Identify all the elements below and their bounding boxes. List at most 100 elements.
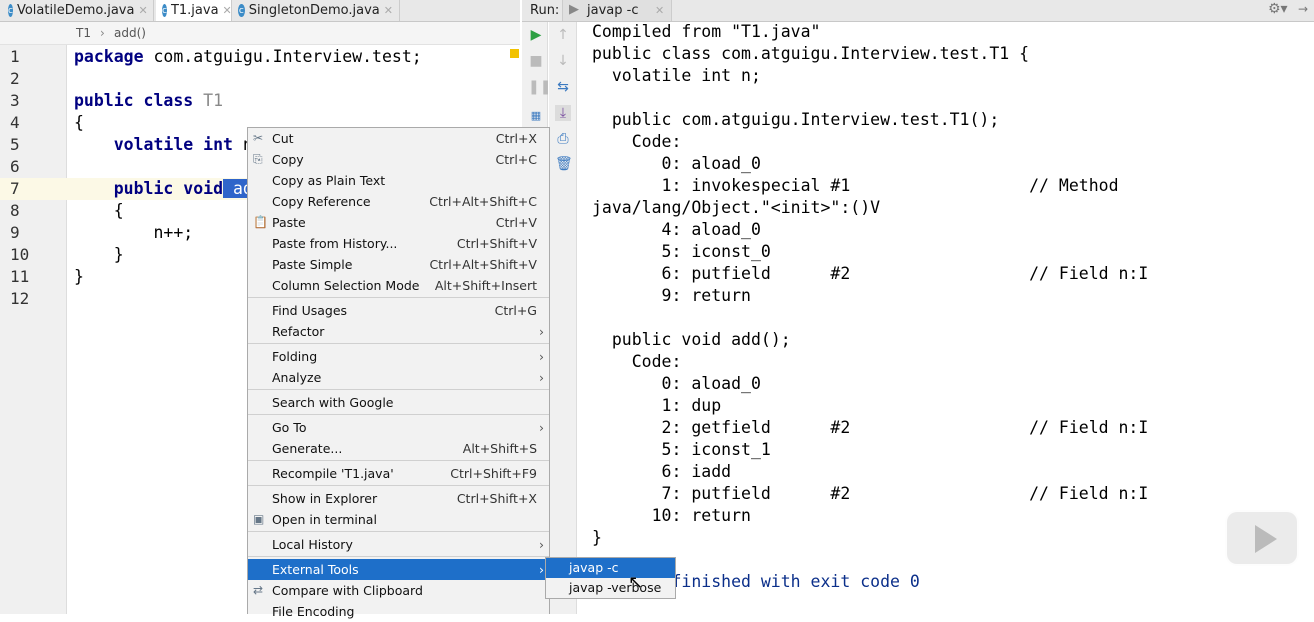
context-menu: ✂ Cut Ctrl+X ⎘ Copy Ctrl+C Copy as Plain Text C… [247, 127, 550, 619]
close-icon[interactable]: ✕ [138, 4, 147, 17]
trash-icon[interactable]: 🗑 [555, 156, 573, 172]
menu-item-label: Folding [272, 349, 318, 364]
menu-item-paste-from-history[interactable]: Paste from History... Ctrl+Shift+V [248, 233, 549, 254]
menu-item-shortcut: Ctrl+Alt+Shift+V [429, 257, 537, 272]
close-icon[interactable]: ✕ [223, 4, 232, 17]
menu-item-local-history[interactable]: Local History › [248, 534, 549, 555]
tab-t1-java[interactable]: c T1.java ✕ [156, 0, 232, 21]
menu-item-analyze[interactable]: Analyze › [248, 367, 549, 388]
code-line: } [74, 244, 124, 266]
soft-wrap-icon[interactable]: ⇆ [555, 79, 571, 95]
menu-item-show-in-explorer[interactable]: Show in Explorer Ctrl+Shift+X [248, 488, 549, 509]
line-number: 11 [10, 267, 30, 286]
menu-item-folding[interactable]: Folding › [248, 346, 549, 367]
menu-separator [248, 485, 549, 486]
rerun-icon[interactable]: ▶ [528, 27, 544, 43]
menu-item-paste-simple[interactable]: Paste Simple Ctrl+Alt+Shift+V [248, 254, 549, 275]
stop-icon[interactable]: ■ [528, 53, 544, 69]
line-number: 7 [10, 179, 20, 198]
console-output[interactable]: Compiled from "T1.java" public class com.… [592, 21, 1304, 593]
menu-item-recompile-t1-java[interactable]: Recompile 'T1.java' Ctrl+Shift+F9 [248, 463, 549, 484]
menu-item-shortcut: Ctrl+Shift+V [456, 236, 537, 251]
scroll-to-end-icon[interactable]: ⤓ [555, 105, 571, 121]
menu-item-label: External Tools [272, 562, 359, 577]
menu-item-label: Open in terminal [272, 512, 377, 527]
menu-separator [248, 389, 549, 390]
menu-item-cut[interactable]: ✂ Cut Ctrl+X [248, 128, 549, 149]
menu-item-open-in-terminal[interactable]: ▣ Open in terminal [248, 509, 549, 530]
menu-item-label: javap -verbose [569, 580, 662, 595]
code-token: public void [74, 179, 224, 198]
output-line: 6: putfield #2 // Field n:I [592, 264, 1149, 283]
print-icon[interactable]: ⎙ [555, 131, 571, 147]
output-toolbar: ↑ ↓ ⇆ ⤓ ⎙ 🗑 [549, 22, 577, 614]
output-line: 5: iconst_0 [592, 242, 771, 261]
menu-item-javap-verbose[interactable]: javap -verbose [546, 578, 675, 598]
code-token: n++; [74, 223, 194, 242]
external-tools-submenu: javap -c javap -verbose [545, 557, 676, 599]
menu-item-label: Generate... [272, 441, 343, 456]
menu-item-javap-c[interactable]: javap -c [546, 558, 675, 578]
java-class-icon: c [8, 4, 13, 17]
menu-item-paste[interactable]: 📋 Paste Ctrl+V [248, 212, 549, 233]
mouse-cursor-icon: ↖ [628, 572, 644, 593]
code-line: { [74, 112, 84, 134]
menu-separator [248, 460, 549, 461]
menu-item-shortcut: Ctrl+X [495, 131, 537, 146]
menu-item-label: javap -c [569, 560, 619, 575]
output-line: 9: return [592, 286, 751, 305]
arrow-down-icon[interactable]: ↓ [555, 53, 571, 69]
run-label: Run: [530, 3, 560, 18]
menu-item-file-encoding[interactable]: File Encoding [248, 601, 549, 622]
tab-singletondemo-java[interactable]: c SingletonDemo.java ✕ [232, 0, 400, 21]
code-token: } [74, 245, 124, 264]
chevron-right-icon: › [539, 562, 544, 577]
breadcrumb-class[interactable]: T1 [76, 26, 91, 40]
output-line: public void add(); [592, 330, 791, 349]
line-number: 8 [10, 201, 20, 220]
menu-item-external-tools[interactable]: External Tools › [248, 559, 549, 580]
menu-item-search-with-google[interactable]: Search with Google [248, 392, 549, 413]
close-icon[interactable]: ✕ [384, 4, 393, 17]
line-number: 4 [10, 113, 20, 132]
menu-item-copy-reference[interactable]: Copy Reference Ctrl+Alt+Shift+C [248, 191, 549, 212]
hide-icon[interactable]: → [1298, 2, 1308, 16]
gear-icon[interactable]: ⚙▾ [1268, 1, 1288, 17]
video-play-icon[interactable] [1225, 510, 1299, 566]
scissors-icon: ✂ [253, 131, 264, 145]
line-number: 12 [10, 289, 30, 308]
run-tab[interactable]: ▶ javap -c ✕ [562, 0, 672, 21]
layout-icon[interactable]: ▦ [528, 108, 544, 124]
java-class-icon: c [238, 4, 245, 17]
menu-item-shortcut: Ctrl+Shift+X [456, 491, 537, 506]
menu-item-label: Copy Reference [272, 194, 371, 209]
menu-item-find-usages[interactable]: Find Usages Ctrl+G [248, 300, 549, 321]
output-line: Process finished with exit code 0 [592, 572, 920, 591]
close-icon[interactable]: ✕ [655, 4, 664, 17]
output-line: 5: iconst_1 [592, 440, 771, 459]
tab-volatiledemo-java[interactable]: c VolatileDemo.java ✕ [2, 0, 154, 21]
menu-item-label: Paste Simple [272, 257, 353, 272]
menu-item-copy-as-plain-text[interactable]: Copy as Plain Text [248, 170, 549, 191]
menu-item-label: Recompile 'T1.java' [272, 466, 394, 481]
run-config-icon: ▶ [569, 2, 579, 17]
menu-item-generate[interactable]: Generate... Alt+Shift+S [248, 438, 549, 459]
menu-item-copy[interactable]: ⎘ Copy Ctrl+C [248, 149, 549, 170]
pause-icon[interactable]: ❚❚ [528, 79, 551, 95]
breadcrumb-method[interactable]: add() [114, 26, 146, 40]
menu-separator [248, 556, 549, 557]
output-line: public com.atguigu.Interview.test.T1(); [592, 110, 1000, 129]
warning-marker[interactable] [510, 49, 519, 58]
breadcrumb-separator: › [100, 26, 105, 40]
menu-item-label: Search with Google [272, 395, 394, 410]
output-line: 6: iadd [592, 462, 732, 481]
menu-item-refactor[interactable]: Refactor › [248, 321, 549, 342]
arrow-up-icon[interactable]: ↑ [555, 27, 571, 43]
menu-item-compare-with-clipboard[interactable]: ⇄ Compare with Clipboard [248, 580, 549, 601]
menu-item-column-selection-mode[interactable]: Column Selection Mode Alt+Shift+Insert [248, 275, 549, 296]
output-line: 2: getfield #2 // Field n:I [592, 418, 1149, 437]
menu-item-go-to[interactable]: Go To › [248, 417, 549, 438]
chevron-right-icon: › [539, 370, 544, 385]
code-line: public class T1 [74, 90, 223, 112]
